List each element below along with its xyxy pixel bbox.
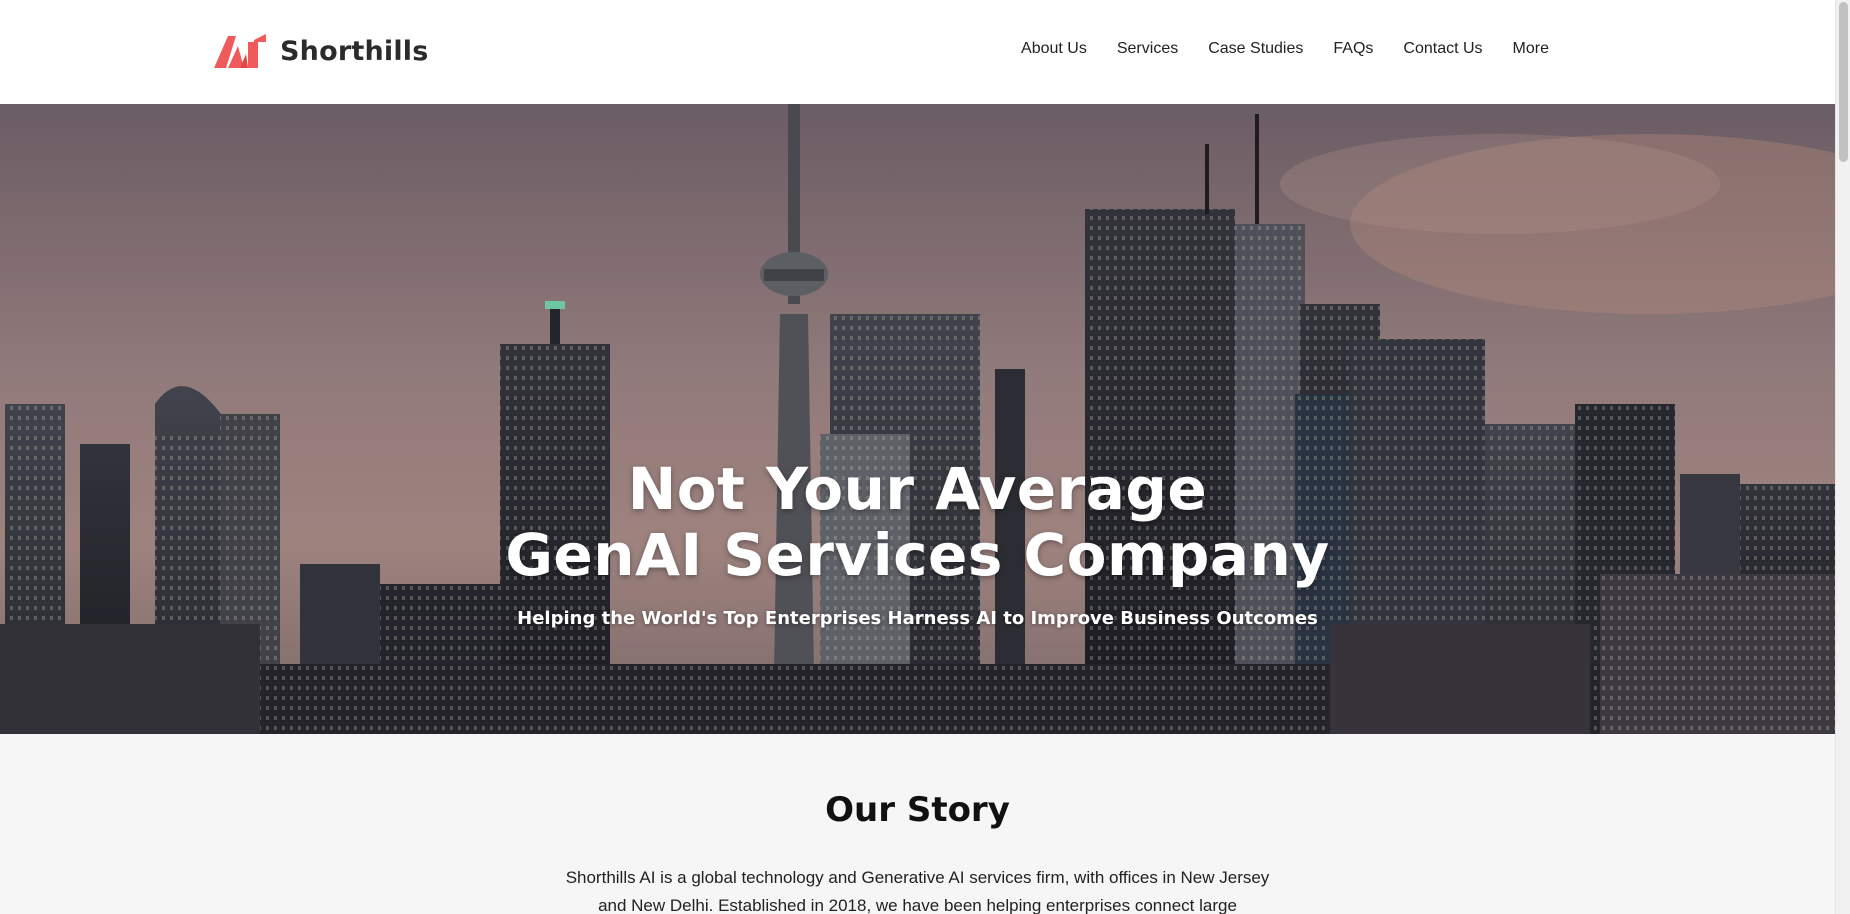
city-skyline-image [0, 104, 1835, 734]
nav-about-us[interactable]: About Us [1021, 40, 1087, 58]
scrollbar-thumb[interactable] [1839, 2, 1848, 162]
story-body: Shorthills AI is a global technology and… [565, 868, 1270, 914]
shorthills-logo-icon [214, 34, 266, 68]
nav-more[interactable]: More [1513, 40, 1549, 58]
hero-subtitle: Helping the World's Top Enterprises Harn… [517, 608, 1318, 629]
hero-title-line1: Not Your Average [627, 455, 1208, 523]
hero-text: Not Your Average GenAI Services Company … [0, 456, 1835, 629]
nav-case-studies[interactable]: Case Studies [1208, 40, 1303, 58]
nav-services[interactable]: Services [1117, 40, 1178, 58]
nav-faqs[interactable]: FAQs [1333, 40, 1373, 58]
hero-title: Not Your Average GenAI Services Company [0, 456, 1835, 588]
our-story-section: Our Story Shorthills AI is a global tech… [0, 734, 1835, 914]
brand-logo-link[interactable]: Shorthills [214, 34, 429, 68]
hero-section: Not Your Average GenAI Services Company … [0, 104, 1835, 734]
page-scrollbar[interactable] [1835, 0, 1850, 914]
story-title: Our Story [825, 790, 1010, 830]
site-header: Shorthills About Us Services Case Studie… [0, 0, 1835, 104]
main-nav: About Us Services Case Studies FAQs Cont… [1021, 40, 1549, 58]
brand-name: Shorthills [280, 35, 429, 67]
hero-title-line2: GenAI Services Company [505, 521, 1330, 589]
nav-contact-us[interactable]: Contact Us [1403, 40, 1482, 58]
